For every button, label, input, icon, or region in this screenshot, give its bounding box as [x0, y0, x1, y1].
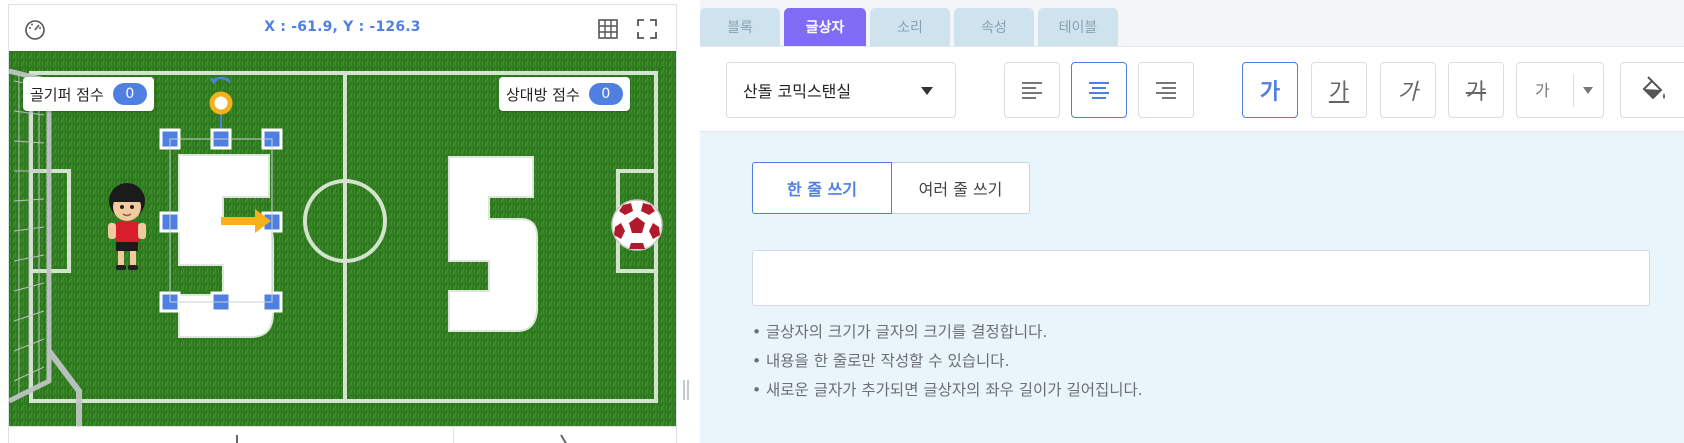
- opponent-score-box: 상대방 점수 0: [499, 77, 630, 111]
- textbox-content-area: 한 줄 쓰기 여러 줄 쓰기 글상자의 크기가 글자의 크기를 결정합니다. 내…: [700, 132, 1684, 443]
- opponent-score-label: 상대방 점수: [506, 85, 580, 104]
- app-root: X : -61.9, Y : -126.3 골기퍼 점수 0 상대방 점수 0 …: [0, 0, 1684, 443]
- opponent-score-value: 0: [588, 83, 623, 105]
- help-note: 내용을 한 줄로만 작성할 수 있습니다.: [752, 347, 1143, 376]
- tab-table[interactable]: 테이블: [1038, 8, 1118, 46]
- help-notes: 글상자의 크기가 글자의 크기를 결정합니다. 내용을 한 줄로만 작성할 수 …: [752, 318, 1143, 405]
- font-family-value: 산돌 코믹스탠실: [743, 82, 852, 101]
- stage-panel: X : -61.9, Y : -126.3 골기퍼 점수 0 상대방 점수 0: [8, 4, 677, 443]
- rotation-handle: [209, 91, 233, 115]
- paint-bucket-icon: [1642, 76, 1665, 100]
- tab-attributes[interactable]: 속성: [954, 8, 1034, 46]
- tab-textbox[interactable]: 글상자: [784, 8, 866, 46]
- bold-label: 가: [1259, 80, 1281, 105]
- editor-tabs: 블록 글상자 소리 속성 테이블: [700, 8, 1118, 46]
- align-right-icon: [1156, 82, 1176, 99]
- add-object-icon[interactable]: [231, 433, 243, 443]
- underline-button[interactable]: 가: [1311, 62, 1367, 118]
- fill-color-button[interactable]: [1620, 62, 1684, 118]
- italic-button[interactable]: 가: [1380, 62, 1436, 118]
- multi-line-mode-button[interactable]: 여러 줄 쓰기: [892, 162, 1030, 214]
- panel-resize-handle[interactable]: [683, 380, 689, 400]
- font-size-divider: [1573, 75, 1574, 107]
- stage-bottom-bar: [9, 426, 676, 443]
- goalkeeper-score-box: 골기퍼 점수 0: [23, 77, 154, 111]
- goalkeeper-score-value: 0: [112, 83, 147, 105]
- stage-canvas[interactable]: 골기퍼 점수 0 상대방 점수 0: [9, 51, 676, 426]
- play-icon[interactable]: [559, 433, 573, 443]
- align-left-icon: [1022, 82, 1042, 99]
- text-editor-panel: 블록 글상자 소리 속성 테이블 산돌 코믹스탠실 가 가 가 가 가 한 줄 …: [700, 0, 1684, 443]
- bold-button[interactable]: 가: [1242, 62, 1298, 118]
- textbox-input[interactable]: [752, 250, 1650, 306]
- soccer-ball: [611, 199, 663, 251]
- strikethrough-label: 가: [1465, 80, 1487, 105]
- bottom-divider: [453, 427, 454, 443]
- single-line-mode-button[interactable]: 한 줄 쓰기: [752, 162, 892, 214]
- write-mode-toggle: 한 줄 쓰기 여러 줄 쓰기: [752, 162, 1030, 214]
- chevron-down-icon: [921, 87, 933, 95]
- font-family-select[interactable]: 산돌 코믹스탠실: [726, 62, 956, 118]
- stage-toolbar: X : -61.9, Y : -126.3: [9, 5, 676, 51]
- align-left-button[interactable]: [1004, 62, 1060, 118]
- fullscreen-icon[interactable]: [633, 15, 661, 43]
- help-note: 새로운 글자가 추가되면 글상자의 좌우 길이가 길어집니다.: [752, 376, 1143, 405]
- mouse-coordinates: X : -61.9, Y : -126.3: [264, 19, 421, 35]
- tab-blocks[interactable]: 블록: [700, 8, 780, 46]
- align-center-icon: [1089, 82, 1109, 99]
- strikethrough-button[interactable]: 가: [1448, 62, 1504, 118]
- goalkeeper-score-label: 골기퍼 점수: [30, 85, 104, 104]
- align-right-button[interactable]: [1138, 62, 1194, 118]
- font-size-button[interactable]: 가: [1516, 62, 1604, 118]
- digit-five-right: [448, 156, 538, 332]
- help-note: 글상자의 크기가 글자의 크기를 결정합니다.: [752, 318, 1143, 347]
- align-center-button[interactable]: [1071, 62, 1127, 118]
- grid-icon[interactable]: [594, 15, 622, 43]
- tab-sound[interactable]: 소리: [870, 8, 950, 46]
- text-format-toolbar: 산돌 코믹스탠실 가 가 가 가 가: [700, 46, 1684, 132]
- italic-label: 가: [1397, 80, 1419, 105]
- underline-label: 가: [1328, 80, 1350, 105]
- font-size-label: 가: [1535, 81, 1550, 100]
- chevron-down-icon: [1583, 87, 1593, 94]
